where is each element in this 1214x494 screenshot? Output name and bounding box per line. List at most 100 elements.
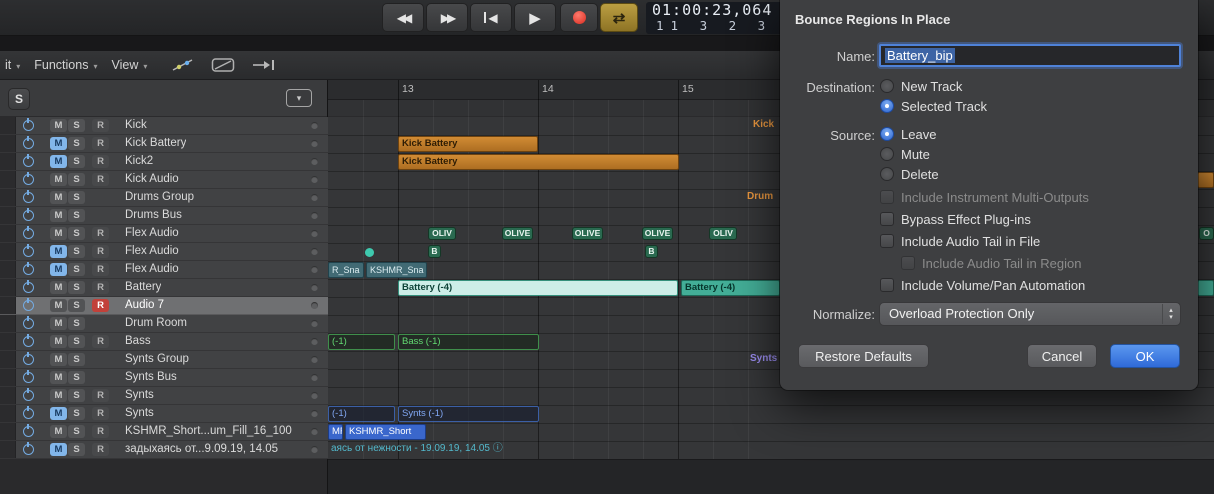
region[interactable] xyxy=(1197,280,1214,296)
record-enable-button[interactable]: R xyxy=(92,155,109,168)
track-row[interactable]: M S R Synts xyxy=(0,405,328,423)
track-row[interactable]: M S R Kick2 xyxy=(0,153,328,171)
checkbox-include-volume-pan-automation[interactable]: Include Volume/Pan Automation xyxy=(880,274,1089,296)
restore-defaults-button[interactable]: Restore Defaults xyxy=(798,344,929,368)
region[interactable]: Kick Battery xyxy=(398,154,679,170)
forward-button[interactable]: ▶▶ xyxy=(426,3,468,32)
solo-button[interactable]: S xyxy=(68,389,85,402)
region[interactable]: B xyxy=(645,245,658,258)
track-row[interactable]: M S R Flex Audio xyxy=(0,225,328,243)
menu-it[interactable]: it ▾ xyxy=(5,58,20,72)
radio-mute[interactable]: Mute xyxy=(880,144,939,164)
mute-button[interactable]: M xyxy=(50,245,67,258)
track-row[interactable]: M S Drums Bus xyxy=(0,207,328,225)
region[interactable]: Synts (-1) xyxy=(398,406,539,422)
region-label[interactable]: Synts xyxy=(747,352,782,368)
track-on-icon[interactable] xyxy=(23,225,34,239)
track-row[interactable]: M S Drum Room xyxy=(0,315,328,333)
track-row[interactable]: M S R Synts xyxy=(0,387,328,405)
record-enable-button[interactable]: R xyxy=(92,407,109,420)
region[interactable]: KSHMR_Sna xyxy=(366,262,427,278)
region[interactable]: OLIVE xyxy=(642,227,673,240)
record-enable-button[interactable]: R xyxy=(92,227,109,240)
solo-button[interactable]: S xyxy=(68,155,85,168)
ok-button[interactable]: OK xyxy=(1110,344,1180,368)
mute-button[interactable]: M xyxy=(50,191,67,204)
track-on-icon[interactable] xyxy=(23,423,34,437)
solo-button[interactable]: S xyxy=(68,173,85,186)
solo-button[interactable]: S xyxy=(68,371,85,384)
record-enable-button[interactable]: R xyxy=(92,263,109,276)
lcd-display[interactable]: 01:00:23,064 11 3 2 3 xyxy=(646,2,796,34)
record-enable-button[interactable]: R xyxy=(92,443,109,456)
solo-button[interactable]: S xyxy=(68,335,85,348)
checkbox-include-instrument-multi-outputs[interactable]: Include Instrument Multi-Outputs xyxy=(880,186,1089,208)
region-label[interactable]: аясь от нежности - 19.09.19, 14.05 ⓘ xyxy=(328,442,563,458)
mute-button[interactable]: M xyxy=(50,389,67,402)
region[interactable]: OLIVE xyxy=(572,227,603,240)
track-on-icon[interactable] xyxy=(23,153,34,167)
mute-button[interactable]: M xyxy=(50,335,67,348)
menu-functions[interactable]: Functions ▾ xyxy=(34,58,97,72)
automation-icon[interactable] xyxy=(171,57,195,73)
record-enable-button[interactable]: R xyxy=(92,335,109,348)
play-button[interactable]: ▶ xyxy=(514,3,556,32)
record-enable-button[interactable]: R xyxy=(92,119,109,132)
region[interactable]: OLIV xyxy=(709,227,737,240)
menu-view[interactable]: View ▾ xyxy=(111,58,147,72)
track-row[interactable]: M S R Battery xyxy=(0,279,328,297)
track-on-icon[interactable] xyxy=(23,405,34,419)
region[interactable]: Kick Battery xyxy=(398,136,538,152)
record-enable-button[interactable]: R xyxy=(92,425,109,438)
track-row[interactable]: M S Drums Group xyxy=(0,189,328,207)
region-label[interactable]: Kick xyxy=(750,118,782,134)
solo-button[interactable]: S xyxy=(68,425,85,438)
mute-button[interactable]: M xyxy=(50,317,67,330)
mute-button[interactable]: M xyxy=(50,353,67,366)
mute-button[interactable]: M xyxy=(50,299,67,312)
mute-button[interactable]: M xyxy=(50,155,67,168)
track-header-menu-icon[interactable]: ▾ xyxy=(286,89,312,107)
track-on-icon[interactable] xyxy=(23,261,34,275)
checkbox-bypass-effect-plug-ins[interactable]: Bypass Effect Plug-ins xyxy=(880,208,1089,230)
name-input[interactable]: Battery_bip xyxy=(879,44,1181,67)
checkbox-include-audio-tail-in-region[interactable]: Include Audio Tail in Region xyxy=(880,252,1089,274)
track-on-icon[interactable] xyxy=(23,387,34,401)
track-row[interactable]: M S R Kick Battery xyxy=(0,135,328,153)
solo-button[interactable]: S xyxy=(68,317,85,330)
region[interactable]: OLIVE xyxy=(502,227,533,240)
region[interactable]: Battery (-4) xyxy=(681,280,780,296)
track-on-icon[interactable] xyxy=(23,171,34,185)
cancel-button[interactable]: Cancel xyxy=(1027,344,1097,368)
record-enable-button[interactable]: R xyxy=(92,281,109,294)
solo-button[interactable]: S xyxy=(68,443,85,456)
mute-button[interactable]: M xyxy=(50,407,67,420)
region[interactable]: MR xyxy=(328,424,343,440)
mute-button[interactable]: M xyxy=(50,137,67,150)
cycle-button[interactable]: ⇄ xyxy=(600,3,638,32)
mute-button[interactable]: M xyxy=(50,227,67,240)
track-row[interactable]: M S R Bass xyxy=(0,333,328,351)
track-row[interactable]: M S R KSHMR_Short...um_Fill_16_100 xyxy=(0,423,328,441)
track-on-icon[interactable] xyxy=(23,333,34,347)
track-on-icon[interactable] xyxy=(23,117,34,131)
solo-button[interactable]: S xyxy=(68,227,85,240)
solo-button[interactable]: S xyxy=(68,137,85,150)
region[interactable] xyxy=(365,248,374,257)
track-row[interactable]: M S Synts Group xyxy=(0,351,328,369)
solo-mode-button[interactable]: S xyxy=(8,88,30,110)
mute-button[interactable]: M xyxy=(50,119,67,132)
track-on-icon[interactable] xyxy=(23,243,34,257)
solo-button[interactable]: S xyxy=(68,245,85,258)
track-on-icon[interactable] xyxy=(23,315,34,329)
region-label[interactable]: Drum xyxy=(744,190,782,206)
goto-begin-button[interactable]: ◀ xyxy=(470,3,512,32)
rewind-button[interactable]: ◀◀ xyxy=(382,3,424,32)
track-on-icon[interactable] xyxy=(23,369,34,383)
track-on-icon[interactable] xyxy=(23,441,34,455)
normalize-select[interactable]: Overload Protection Only ▴ ▾ xyxy=(879,302,1181,326)
region[interactable]: Bass (-1) xyxy=(398,334,539,350)
checkbox-include-audio-tail-in-file[interactable]: Include Audio Tail in File xyxy=(880,230,1089,252)
record-enable-button[interactable]: R xyxy=(92,299,109,312)
solo-button[interactable]: S xyxy=(68,119,85,132)
